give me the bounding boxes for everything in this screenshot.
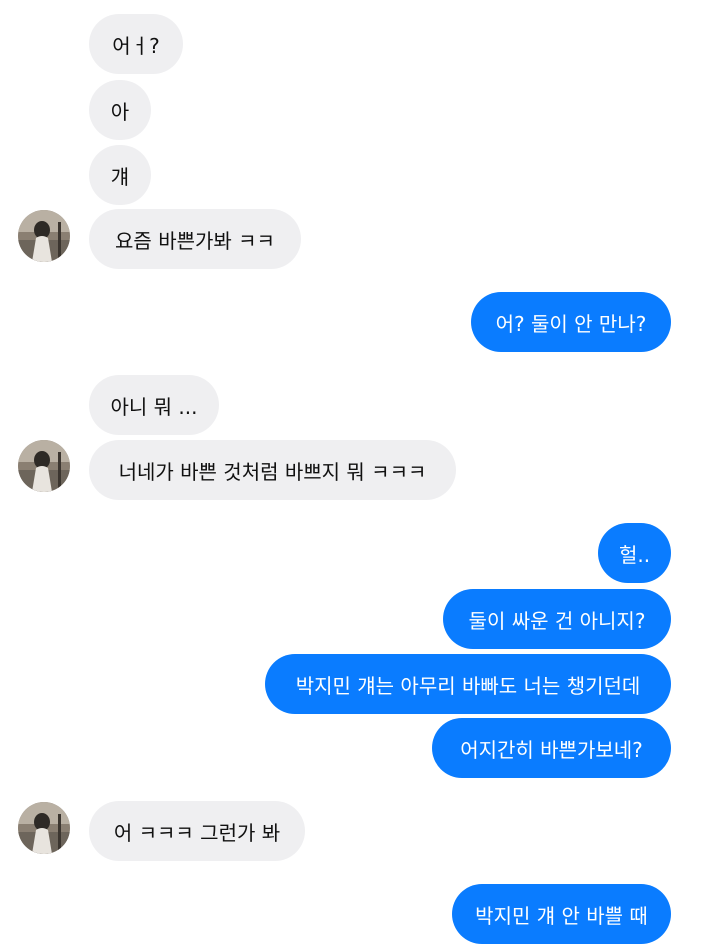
- outgoing-message-bubble[interactable]: 박지민 걔는 아무리 바빠도 너는 챙기던데: [265, 654, 671, 714]
- message-text: 아: [110, 99, 130, 124]
- message-text: 박지민 걔 안 바쁠 때: [475, 903, 648, 928]
- incoming-message-bubble[interactable]: 걔: [89, 145, 151, 205]
- message-text: 아니 뭐 ...: [110, 394, 198, 419]
- outgoing-message-bubble[interactable]: 둘이 싸운 건 아니지?: [443, 589, 671, 649]
- incoming-message-bubble[interactable]: 어ㅓ?: [89, 14, 183, 74]
- profile-photo-icon: [18, 802, 70, 854]
- message-text: 걔: [110, 164, 130, 189]
- incoming-message-bubble[interactable]: 아니 뭐 ...: [89, 375, 219, 435]
- profile-photo-icon: [18, 440, 70, 492]
- message-text: 어ㅓ?: [112, 33, 160, 58]
- message-text: 박지민 걔는 아무리 바빠도 너는 챙기던데: [295, 673, 641, 698]
- chat-thread: 어ㅓ? 아 걔 요즘 바쁜가봐 ㅋㅋ 어? 둘이 안 만나? 아니 뭐 ...: [0, 0, 720, 951]
- avatar[interactable]: [18, 440, 70, 492]
- outgoing-message-bubble[interactable]: 헐..: [598, 523, 671, 583]
- incoming-message-bubble[interactable]: 요즘 바쁜가봐 ㅋㅋ: [89, 209, 301, 269]
- profile-photo-icon: [18, 210, 70, 262]
- message-text: 둘이 싸운 건 아니지?: [468, 608, 646, 633]
- message-text: 요즘 바쁜가봐 ㅋㅋ: [115, 228, 275, 253]
- incoming-message-bubble[interactable]: 너네가 바쁜 것처럼 바쁘지 뭐 ㅋㅋㅋ: [89, 440, 456, 500]
- message-text: 너네가 바쁜 것처럼 바쁘지 뭐 ㅋㅋㅋ: [118, 459, 427, 484]
- incoming-message-bubble[interactable]: 어 ㅋㅋㅋ 그런가 봐: [89, 801, 305, 861]
- incoming-message-bubble[interactable]: 아: [89, 80, 151, 140]
- outgoing-message-bubble[interactable]: 어? 둘이 안 만나?: [471, 292, 671, 352]
- message-text: 어 ㅋㅋㅋ 그런가 봐: [113, 820, 281, 845]
- avatar[interactable]: [18, 210, 70, 262]
- outgoing-message-bubble[interactable]: 어지간히 바쁜가보네?: [432, 718, 671, 778]
- avatar[interactable]: [18, 802, 70, 854]
- message-text: 어지간히 바쁜가보네?: [460, 737, 643, 762]
- message-text: 헐..: [618, 542, 651, 567]
- outgoing-message-bubble[interactable]: 박지민 걔 안 바쁠 때: [452, 884, 671, 944]
- message-text: 어? 둘이 안 만나?: [495, 311, 647, 336]
